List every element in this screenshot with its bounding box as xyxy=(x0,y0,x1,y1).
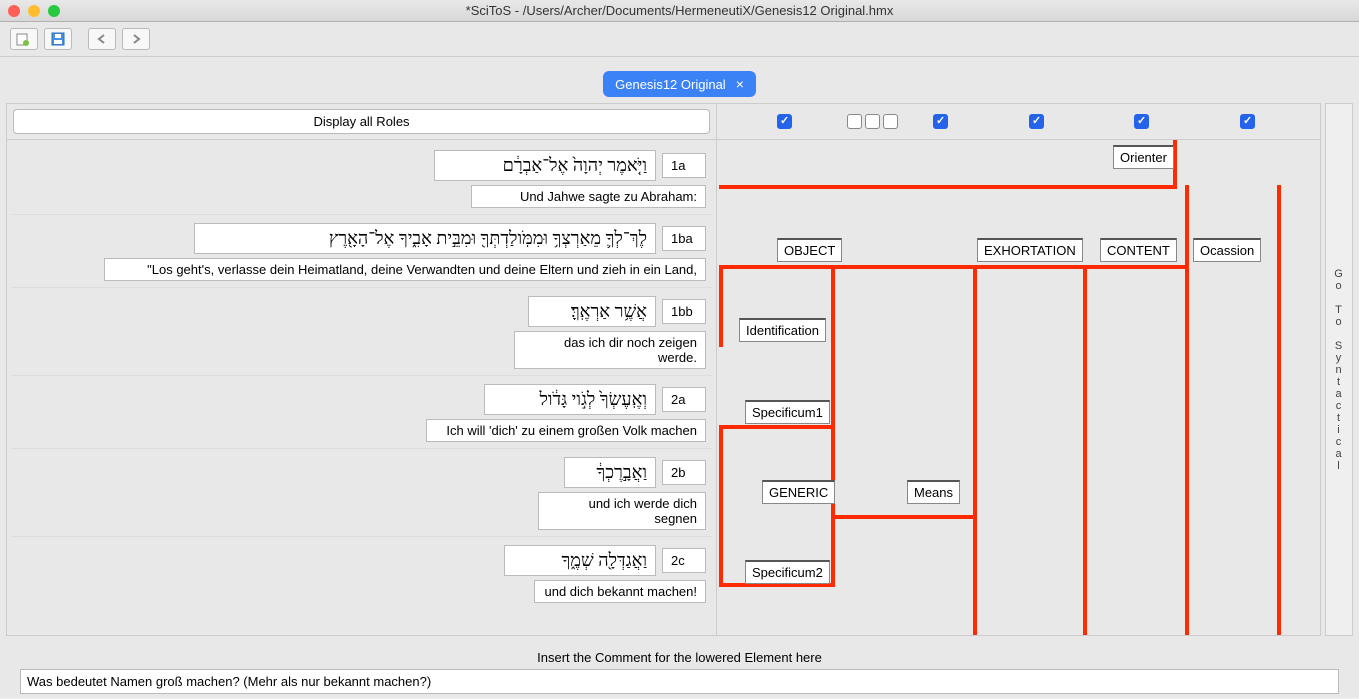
translation-text: und dich bekannt machen! xyxy=(534,580,706,603)
translation-text: Und Jahwe sagte zu Abraham: xyxy=(471,185,706,208)
role-label-object[interactable]: OBJECT xyxy=(777,238,842,262)
content-wrap: Display all Roles וַיֹּ֤אמֶר יְהוָה֙ אֶל… xyxy=(6,103,1321,636)
column-checkbox-6[interactable] xyxy=(1240,114,1255,129)
role-label-ocassion[interactable]: Ocassion xyxy=(1193,238,1261,262)
clause-ref: 1ba xyxy=(662,226,706,251)
tab-bar: Genesis12 Original × xyxy=(0,57,1359,97)
clause-ref: 2c xyxy=(662,548,706,573)
column-checkbox-2a[interactable] xyxy=(847,114,862,129)
clause-ref: 2b xyxy=(662,460,706,485)
role-label-exhortation[interactable]: EXHORTATION xyxy=(977,238,1083,262)
checkbox-header xyxy=(717,104,1320,140)
role-label-generic[interactable]: GENERIC xyxy=(762,480,835,504)
new-file-button[interactable] xyxy=(10,28,38,50)
hebrew-text: אֲשֶׁ֥ר אַרְאֶֽךָּ׃ xyxy=(528,296,656,327)
comment-footer: Insert the Comment for the lowered Eleme… xyxy=(0,642,1359,698)
translation-text: und ich werde dich segnen xyxy=(538,492,706,530)
translation-text: das ich dir noch zeigen werde. xyxy=(514,331,706,369)
column-checkbox-4[interactable] xyxy=(1029,114,1044,129)
clause-ref: 1a xyxy=(662,153,706,178)
clause-row[interactable]: וַאֲגַדְּלָ֖ה שְׁמֶ֑ךָ 2c und dich bekan… xyxy=(11,539,712,609)
role-label-specificum1[interactable]: Specificum1 xyxy=(745,400,830,424)
role-label-means[interactable]: Means xyxy=(907,480,960,504)
redo-button[interactable] xyxy=(122,28,150,50)
tab-label: Genesis12 Original xyxy=(615,77,726,92)
maximize-window-button[interactable] xyxy=(48,5,60,17)
hebrew-text: וַאֲגַדְּלָ֖ה שְׁמֶ֑ךָ xyxy=(504,545,656,576)
translation-text: "Los geht's, verlasse dein Heimatland, d… xyxy=(104,258,706,281)
clause-ref: 2a xyxy=(662,387,706,412)
save-file-button[interactable] xyxy=(44,28,72,50)
hebrew-text: וְאֶֽעֶשְׂךָ֙ לְגֹ֣וי גָּדֹ֔ול xyxy=(484,384,656,415)
document-tab[interactable]: Genesis12 Original × xyxy=(603,71,756,97)
semantic-diagram[interactable]: Orienter OBJECT EXHORTATION CONTENT Ocas… xyxy=(717,140,1320,635)
column-checkbox-1[interactable] xyxy=(777,114,792,129)
clause-row[interactable]: וְאֶֽעֶשְׂךָ֙ לְגֹ֣וי גָּדֹ֔ול 2a Ich wi… xyxy=(11,378,712,449)
main-panel: Display all Roles וַיֹּ֤אמֶר יְהוָה֙ אֶל… xyxy=(0,97,1359,642)
clause-row[interactable]: וַיֹּ֤אמֶר יְהוָה֙ אֶל־אַבְרָ֔ם 1a Und J… xyxy=(11,144,712,215)
comment-input[interactable] xyxy=(20,669,1339,694)
clause-ref: 1bb xyxy=(662,299,706,324)
text-column: Display all Roles וַיֹּ֤אמֶר יְהוָה֙ אֶל… xyxy=(7,104,717,635)
role-label-identification[interactable]: Identification xyxy=(739,318,826,342)
diagram-column: Orienter OBJECT EXHORTATION CONTENT Ocas… xyxy=(717,104,1320,635)
clause-row[interactable]: אֲשֶׁ֥ר אַרְאֶֽךָּ׃ 1bb das ich dir noch… xyxy=(11,290,712,376)
clause-row[interactable]: לֶךְ־לְךָ֛ מֵאַרְצְךָ֥ וּמִמֹּֽולַדְתְּך… xyxy=(11,217,712,288)
column-checkbox-3[interactable] xyxy=(933,114,948,129)
translation-text: Ich will 'dich' zu einem großen Volk mac… xyxy=(426,419,706,442)
tab-close-button[interactable]: × xyxy=(736,76,744,92)
rows-area: וַיֹּ֤אמֶר יְהוָה֙ אֶל־אַבְרָ֔ם 1a Und J… xyxy=(7,140,716,635)
window-titlebar: *SciToS - /Users/Archer/Documents/Hermen… xyxy=(0,0,1359,22)
window-title: *SciToS - /Users/Archer/Documents/Hermen… xyxy=(8,3,1351,18)
role-label-content[interactable]: CONTENT xyxy=(1100,238,1177,262)
hebrew-text: וַאֲבָ֣רֶכְךָ֔ xyxy=(564,457,656,488)
column-checkbox-5[interactable] xyxy=(1134,114,1149,129)
comment-label: Insert the Comment for the lowered Eleme… xyxy=(20,646,1339,669)
role-label-orienter[interactable]: Orienter xyxy=(1113,145,1174,169)
role-label-specificum2[interactable]: Specificum2 xyxy=(745,560,830,584)
hebrew-text: לֶךְ־לְךָ֛ מֵאַרְצְךָ֥ וּמִמֹּֽולַדְתְּך… xyxy=(194,223,656,254)
minimize-window-button[interactable] xyxy=(28,5,40,17)
go-to-syntactical-button[interactable]: Go To Syntactical xyxy=(1325,103,1353,636)
roles-header: Display all Roles xyxy=(7,104,716,140)
column-checkbox-2b[interactable] xyxy=(865,114,880,129)
display-roles-button[interactable]: Display all Roles xyxy=(13,109,710,134)
toolbar xyxy=(0,22,1359,57)
hebrew-text: וַיֹּ֤אמֶר יְהוָה֙ אֶל־אַבְרָ֔ם xyxy=(434,150,656,181)
clause-row[interactable]: וַאֲבָ֣רֶכְךָ֔ 2b und ich werde dich seg… xyxy=(11,451,712,537)
close-window-button[interactable] xyxy=(8,5,20,17)
column-checkbox-2c[interactable] xyxy=(883,114,898,129)
undo-button[interactable] xyxy=(88,28,116,50)
